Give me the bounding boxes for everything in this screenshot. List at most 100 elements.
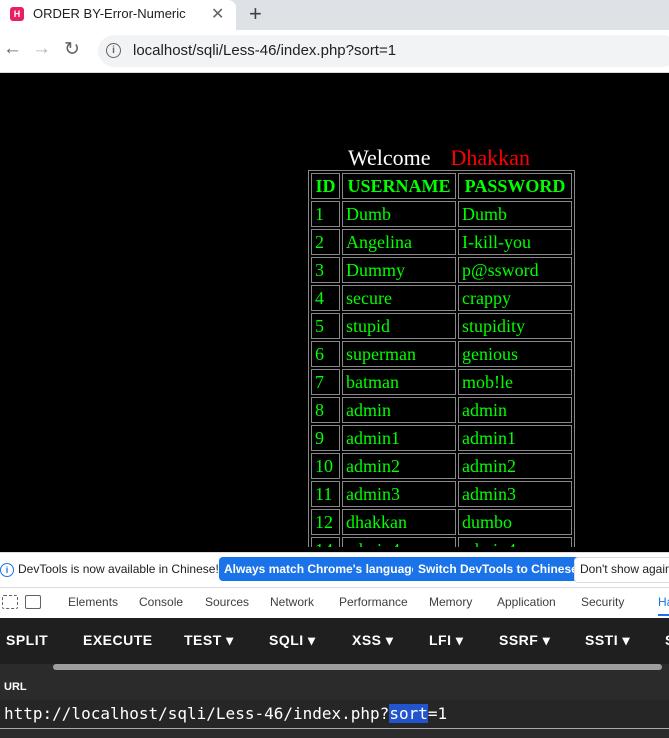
- back-arrow-icon[interactable]: ←: [3, 38, 22, 60]
- cell-username: admin3: [342, 481, 456, 507]
- cell-id: 7: [311, 369, 340, 395]
- cell-password: admin4: [458, 537, 572, 547]
- users-table: ID USERNAME PASSWORD 1 Dumb Dumb 2 Angelina I…: [308, 170, 575, 547]
- cell-password: crappy: [458, 285, 572, 311]
- tab-title: ORDER BY-Error-Numeric: [33, 6, 186, 21]
- table-row: 8 admin admin: [311, 397, 572, 423]
- cell-username: admin: [342, 397, 456, 423]
- cell-password: p@ssword: [458, 257, 572, 283]
- cell-id: 3: [311, 257, 340, 283]
- always-match-language-button[interactable]: Always match Chrome's language: [219, 557, 424, 581]
- url-text-before: http://localhost/sqli/Less-46/index.php?: [4, 704, 390, 723]
- header-username: USERNAME: [342, 173, 456, 199]
- cell-username: Dumb: [342, 201, 456, 227]
- cell-password: dumbo: [458, 509, 572, 535]
- lfi-menu[interactable]: LFI ▾: [429, 632, 463, 649]
- cell-username: secure: [342, 285, 456, 311]
- tab-sources[interactable]: Sources: [205, 595, 249, 609]
- tab-security[interactable]: Security: [581, 595, 624, 609]
- url-text-selected: sort: [389, 704, 428, 723]
- horizontal-scrollbar[interactable]: [53, 664, 662, 670]
- cell-password: stupidity: [458, 313, 572, 339]
- table-row: 4 secure crappy: [311, 285, 572, 311]
- cell-id: 11: [311, 481, 340, 507]
- tab-hackbar[interactable]: Ha: [658, 595, 669, 616]
- address-bar[interactable]: i localhost/sqli/Less-46/index.php?sort=…: [98, 35, 669, 67]
- close-tab-icon[interactable]: ✕: [211, 4, 224, 24]
- hackbar-panel: SPLIT EXECUTE TEST ▾ SQLI ▾ XSS ▾ LFI ▾ …: [0, 618, 669, 738]
- table-row: 11 admin3 admin3: [311, 481, 572, 507]
- table-row: 6 superman genious: [311, 341, 572, 367]
- cell-username: stupid: [342, 313, 456, 339]
- table-row: 5 stupid stupidity: [311, 313, 572, 339]
- forward-arrow-icon[interactable]: →: [32, 38, 51, 60]
- devtools-tab-bar: Elements Console Sources Network Perform…: [0, 587, 669, 619]
- tab-console[interactable]: Console: [139, 595, 183, 609]
- ssti-menu[interactable]: SSTI ▾: [585, 632, 630, 649]
- table-row: 9 admin1 admin1: [311, 425, 572, 451]
- table-row: 1 Dumb Dumb: [311, 201, 572, 227]
- cell-password: genious: [458, 341, 572, 367]
- cell-id: 14: [311, 537, 340, 547]
- cell-password: mob!le: [458, 369, 572, 395]
- tab-memory[interactable]: Memory: [429, 595, 472, 609]
- cell-id: 12: [311, 509, 340, 535]
- hackbar-menu: SPLIT EXECUTE TEST ▾ SQLI ▾ XSS ▾ LFI ▾ …: [0, 618, 669, 664]
- cell-id: 4: [311, 285, 340, 311]
- welcome-text: Welcome: [348, 145, 431, 170]
- devtools-language-banner: i DevTools is now available in Chinese! …: [0, 552, 669, 587]
- table-header-row: ID USERNAME PASSWORD: [311, 173, 572, 199]
- page-content: Welcome Dhakkan ID USERNAME PASSWORD 1 Dum…: [0, 73, 669, 547]
- tab-elements[interactable]: Elements: [68, 595, 118, 609]
- welcome-name: Dhakkan: [450, 145, 530, 170]
- hackbar-url-input[interactable]: http://localhost/sqli/Less-46/index.php?…: [0, 700, 669, 729]
- table-row: 12 dhakkan dumbo: [311, 509, 572, 535]
- favicon-icon: H: [10, 7, 24, 21]
- cell-id: 6: [311, 341, 340, 367]
- cell-username: Angelina: [342, 229, 456, 255]
- table-row: 14admin4admin4: [311, 537, 572, 547]
- table-row: 10 admin2 admin2: [311, 453, 572, 479]
- header-id: ID: [311, 173, 340, 199]
- address-url[interactable]: localhost/sqli/Less-46/index.php?sort=1: [133, 42, 396, 59]
- tab-application[interactable]: Application: [497, 595, 556, 609]
- device-toolbar-icon[interactable]: [25, 595, 41, 609]
- switch-to-chinese-button[interactable]: Switch DevTools to Chinese: [413, 557, 583, 581]
- tab-strip: H ORDER BY-Error-Numeric ✕ +: [0, 0, 669, 30]
- cell-username: superman: [342, 341, 456, 367]
- header-password: PASSWORD: [458, 173, 572, 199]
- cell-username: dhakkan: [342, 509, 456, 535]
- cell-id: 1: [311, 201, 340, 227]
- cell-username: batman: [342, 369, 456, 395]
- url-input-text[interactable]: http://localhost/sqli/Less-46/index.php?…: [4, 704, 447, 723]
- test-menu[interactable]: TEST ▾: [184, 632, 234, 649]
- cell-id: 8: [311, 397, 340, 423]
- xss-menu[interactable]: XSS ▾: [352, 632, 393, 649]
- cell-password: admin3: [458, 481, 572, 507]
- new-tab-icon[interactable]: +: [249, 1, 262, 27]
- ssrf-menu[interactable]: SSRF ▾: [499, 632, 550, 649]
- cell-password: I-kill-you: [458, 229, 572, 255]
- reload-icon[interactable]: ↻: [64, 38, 80, 61]
- site-info-icon[interactable]: i: [106, 43, 121, 58]
- execute-button[interactable]: EXECUTE: [83, 632, 153, 648]
- url-text-after: =1: [427, 704, 448, 723]
- dont-show-again-button[interactable]: Don't show again: [574, 557, 669, 583]
- cell-username: admin4: [342, 537, 456, 547]
- browser-toolbar: ← → ↻ i localhost/sqli/Less-46/index.php…: [0, 30, 669, 73]
- cell-password: admin1: [458, 425, 572, 451]
- inspect-element-icon[interactable]: [2, 595, 18, 609]
- tab-network[interactable]: Network: [270, 595, 314, 609]
- sqli-menu[interactable]: SQLI ▾: [269, 632, 316, 649]
- tab-performance[interactable]: Performance: [339, 595, 408, 609]
- more-menu[interactable]: S: [665, 632, 669, 648]
- cell-username: admin1: [342, 425, 456, 451]
- split-button[interactable]: SPLIT: [6, 632, 48, 648]
- table-row: 3 Dummy p@ssword: [311, 257, 572, 283]
- cell-id: 5: [311, 313, 340, 339]
- cell-id: 2: [311, 229, 340, 255]
- banner-message: DevTools is now available in Chinese!: [18, 562, 219, 576]
- cell-password: admin2: [458, 453, 572, 479]
- url-label: URL: [4, 681, 27, 693]
- browser-tab[interactable]: H ORDER BY-Error-Numeric ✕: [0, 0, 236, 30]
